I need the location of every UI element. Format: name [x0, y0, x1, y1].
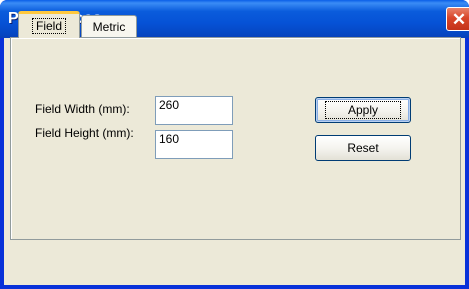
reset-button[interactable]: Reset — [315, 135, 411, 161]
field-height-input[interactable]: 160 — [155, 130, 233, 159]
tab-metric[interactable]: Metric — [81, 15, 137, 38]
field-width-label: Field Width (mm): — [35, 102, 130, 116]
apply-button-label: Apply — [324, 101, 402, 119]
tab-panel-field: Field Width (mm): 260 Field Height (mm):… — [10, 37, 461, 240]
preferences-window: Preferences ✕ Field Metric Field Width (… — [0, 0, 469, 289]
tab-field[interactable]: Field — [18, 11, 80, 38]
apply-button[interactable]: Apply — [315, 97, 411, 123]
close-button[interactable]: ✕ — [446, 7, 469, 31]
close-icon: ✕ — [451, 9, 467, 29]
field-width-input[interactable]: 260 — [155, 96, 233, 125]
field-height-label: Field Height (mm): — [35, 126, 134, 140]
window-bottom-border — [0, 285, 469, 289]
reset-button-label: Reset — [347, 141, 379, 155]
tab-metric-label: Metric — [92, 20, 126, 34]
tab-field-label: Field — [31, 18, 66, 34]
